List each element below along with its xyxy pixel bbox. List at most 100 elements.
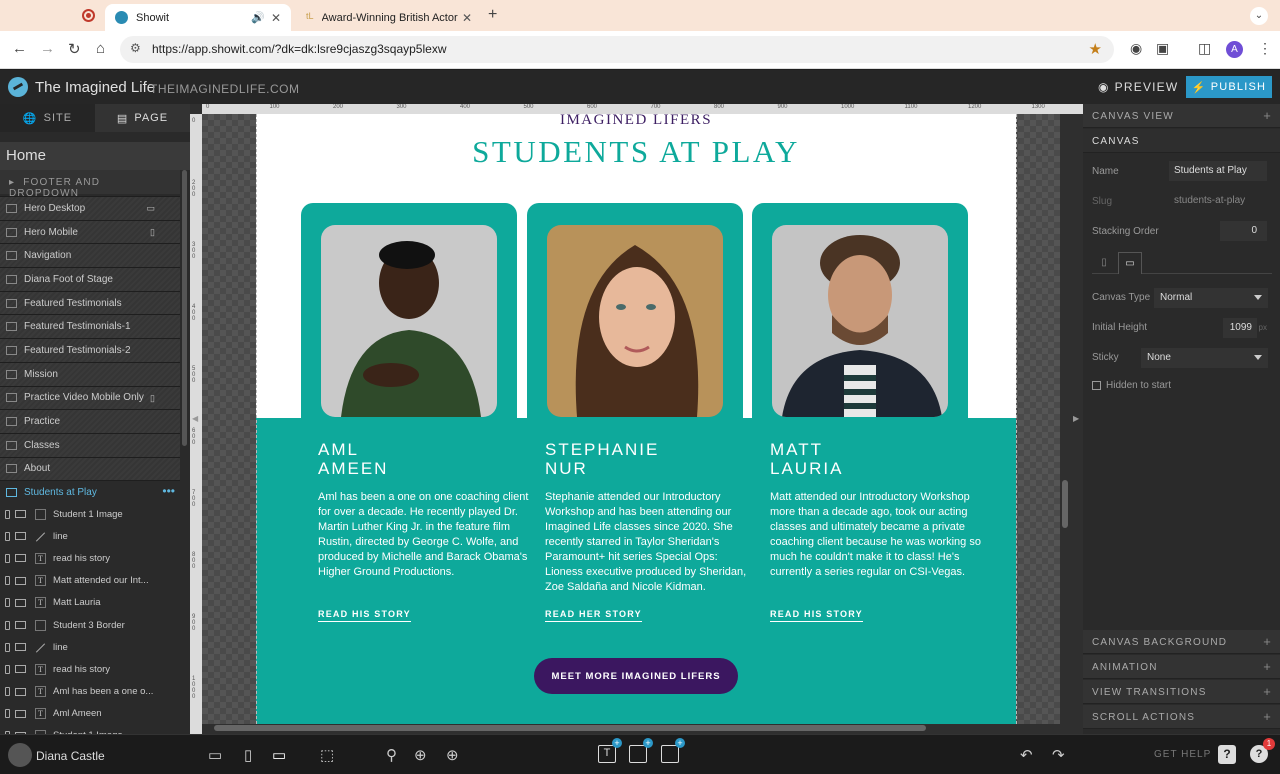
layer-item[interactable]: line	[0, 525, 190, 547]
student-3-name[interactable]: MATT LAURIA	[770, 440, 970, 478]
student-1-story-link[interactable]: READ HIS STORY	[318, 609, 411, 622]
redo-icon[interactable]: ↷	[1052, 746, 1065, 764]
mobile-visibility-icon[interactable]	[5, 642, 10, 652]
mobile-visibility-icon[interactable]	[5, 664, 10, 674]
get-help-link[interactable]: GET HELP	[1154, 749, 1211, 760]
zoom-reset-icon[interactable]: ⊕	[414, 746, 427, 764]
student-2-bio[interactable]: Stephanie attended our Introductory Work…	[545, 490, 757, 595]
mobile-view-tab[interactable]: ▯	[1092, 252, 1116, 274]
student-1-border[interactable]	[301, 203, 517, 419]
student-1-name[interactable]: AML AMEEN	[318, 440, 518, 478]
canvas-item[interactable]: Classes	[0, 432, 180, 457]
canvas-item[interactable]: Featured Testimonials-1	[0, 314, 180, 339]
mobile-visibility-icon[interactable]	[5, 598, 10, 608]
collapse-right-icon[interactable]: ▶	[1073, 414, 1079, 423]
mobile-visibility-icon[interactable]	[5, 531, 10, 541]
student-3-bio[interactable]: Matt attended our Introductory Workshop …	[770, 490, 982, 580]
layer-item[interactable]: T Matt Lauria	[0, 592, 190, 614]
student-2-name[interactable]: STEPHANIE NUR	[545, 440, 745, 478]
more-options-icon[interactable]: •••	[162, 484, 175, 498]
canvas-group-footer[interactable]: ▸ FOOTER AND DROPDOWN	[0, 170, 180, 199]
desktop-visibility-icon[interactable]	[15, 510, 26, 519]
canvas-item[interactable]: Mission	[0, 361, 180, 386]
layer-item[interactable]: T Matt attended our Int...	[0, 570, 190, 592]
canvas-vertical-scrollbar[interactable]	[1062, 480, 1068, 528]
close-tab-icon[interactable]: ✕	[271, 11, 281, 25]
tab-page[interactable]: ▤ PAGE	[95, 104, 190, 132]
recording-icon[interactable]	[82, 9, 95, 22]
expand-plus-icon[interactable]: +	[1263, 659, 1272, 674]
canvas-view-section[interactable]: CANVAS VIEW +	[1083, 104, 1280, 128]
canvas-item[interactable]: Featured Testimonials-2	[0, 338, 180, 362]
all-devices-icon[interactable]: ▭	[208, 746, 222, 764]
add-shape-icon[interactable]	[629, 738, 653, 763]
student-1-image[interactable]	[321, 225, 497, 417]
student-3-image[interactable]	[772, 225, 948, 417]
showit-logo-icon[interactable]	[8, 77, 28, 97]
layer-item[interactable]: T Aml Ameen	[0, 703, 190, 725]
student-3-border[interactable]	[752, 203, 968, 419]
canvas-item[interactable]: Navigation	[0, 243, 180, 268]
speaker-icon[interactable]: 🔊	[251, 11, 265, 24]
sidebar-scrollbar[interactable]	[182, 170, 187, 446]
canvas-item[interactable]: Diana Foot of Stage	[0, 267, 180, 291]
canvas-item[interactable]: Practice	[0, 409, 180, 433]
section-headline[interactable]: STUDENTS AT PLAY	[256, 134, 1016, 170]
undo-icon[interactable]: ↶	[1020, 746, 1033, 764]
chevron-down-icon[interactable]: ⌄	[1250, 7, 1268, 25]
user-avatar[interactable]	[8, 743, 32, 767]
layer-item[interactable]: Student 1 Image	[0, 503, 190, 525]
layer-item[interactable]: line	[0, 636, 190, 658]
profile-avatar[interactable]: A	[1226, 41, 1243, 58]
side-panel-icon[interactable]: ◫	[1198, 40, 1211, 57]
preview-button[interactable]: ◉ PREVIEW	[1098, 80, 1178, 94]
page-name[interactable]: Home	[0, 142, 190, 170]
expand-plus-icon[interactable]: +	[1263, 634, 1272, 649]
mobile-visibility-icon[interactable]	[5, 709, 10, 719]
zoom-out-icon[interactable]: ⚲	[386, 746, 397, 764]
layer-item[interactable]: Tread his story	[0, 658, 190, 680]
desktop-view-icon[interactable]: ▭	[272, 746, 286, 764]
canvas-item[interactable]: Featured Testimonials	[0, 290, 180, 315]
expand-plus-icon[interactable]: +	[1263, 684, 1272, 699]
desktop-visibility-icon[interactable]	[15, 598, 26, 607]
mobile-visibility-icon[interactable]	[5, 576, 10, 586]
close-tab-icon[interactable]: ✕	[462, 11, 472, 25]
canvas-item[interactable]: Practice Video Mobile Only ▯	[0, 385, 180, 410]
desktop-visibility-icon[interactable]	[15, 643, 26, 652]
publish-button[interactable]: ⚡ PUBLISH	[1186, 76, 1272, 98]
bookmark-star-icon[interactable]: ★	[1089, 40, 1102, 58]
expand-plus-icon[interactable]: +	[1263, 709, 1272, 724]
canvas-item[interactable]: Students at Play •••	[0, 480, 180, 504]
forward-arrow-icon[interactable]: →	[40, 40, 55, 57]
tab-site[interactable]: 🌐 SITE	[0, 104, 95, 132]
canvas-item[interactable]: About	[0, 456, 180, 481]
browser-tab-showit[interactable]: Showit 🔊 ✕	[105, 4, 291, 31]
desktop-visibility-icon[interactable]	[15, 554, 26, 563]
view-transitions-section[interactable]: VIEW TRANSITIONS +	[1083, 680, 1280, 704]
desktop-view-tab[interactable]: ▭	[1118, 252, 1142, 274]
zoom-in-icon[interactable]: ⊕	[446, 746, 459, 764]
address-bar[interactable]: ⚙ https://app.showit.com/?dk=dk:lsre9cja…	[120, 36, 1114, 63]
mobile-visibility-icon[interactable]	[5, 620, 10, 630]
canvas-horizontal-scrollbar[interactable]	[214, 725, 926, 731]
site-settings-icon[interactable]: ⚙	[130, 41, 141, 55]
sticky-select[interactable]: None	[1141, 348, 1268, 368]
layer-item[interactable]: Student 3 Border	[0, 614, 190, 636]
student-1-bio[interactable]: Aml has been a one on one coaching clien…	[318, 490, 530, 580]
stacking-order-input[interactable]: 0	[1220, 221, 1267, 241]
layer-item[interactable]: T Aml has been a one o...	[0, 681, 190, 703]
reload-icon[interactable]: ↻	[68, 40, 81, 58]
animation-section[interactable]: ANIMATION +	[1083, 655, 1280, 679]
student-2-border[interactable]	[527, 203, 743, 419]
add-image-icon[interactable]	[661, 738, 685, 763]
help-icon[interactable]: ?	[1218, 745, 1236, 764]
desktop-visibility-icon[interactable]	[15, 665, 26, 674]
collapse-left-icon[interactable]: ◀	[192, 414, 198, 423]
desktop-visibility-icon[interactable]	[15, 621, 26, 630]
expand-plus-icon[interactable]: +	[1263, 108, 1272, 123]
mobile-view-icon[interactable]: ▯	[244, 746, 252, 764]
canvas-section[interactable]: CANVAS	[1083, 129, 1280, 153]
initial-height-input[interactable]: 1099 px	[1223, 318, 1267, 338]
layer-item[interactable]: Student 1 Image	[0, 725, 190, 734]
